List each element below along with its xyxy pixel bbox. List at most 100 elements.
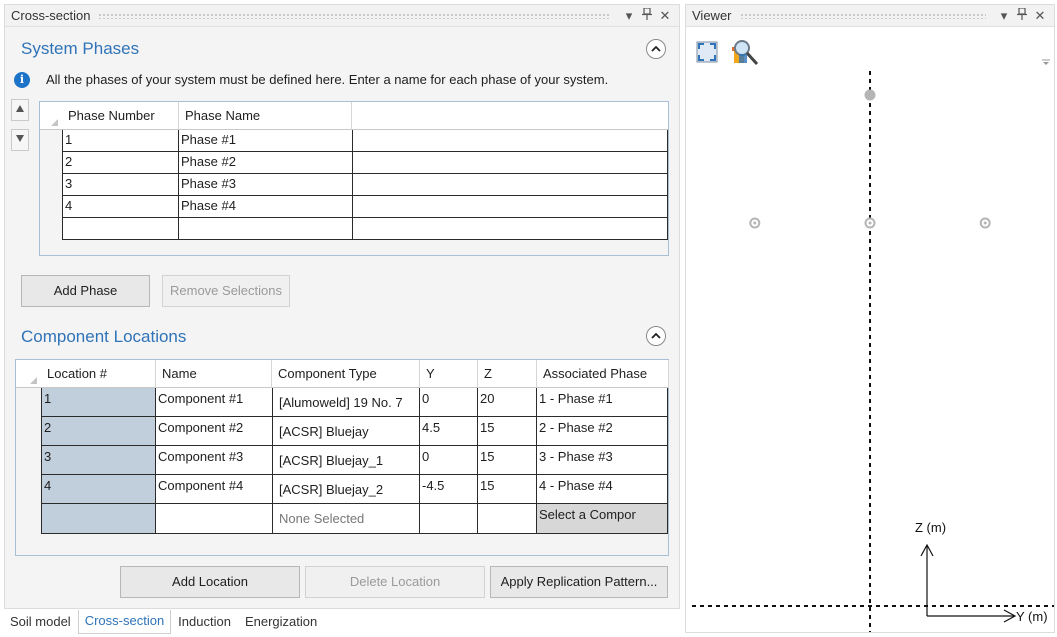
new-y-cell[interactable] xyxy=(420,504,478,534)
cross-section-title-bar: Cross-section ▾ ✕ xyxy=(5,5,679,27)
column-header-phase-name[interactable]: Phase Name xyxy=(179,102,352,130)
move-up-button[interactable] xyxy=(11,99,29,121)
column-header-z[interactable]: Z xyxy=(478,360,537,388)
drag-grip[interactable] xyxy=(98,12,611,19)
y-axis-arrow xyxy=(927,609,1017,623)
component-name-cell[interactable]: Component #1 xyxy=(156,388,273,417)
associated-phase-cell[interactable]: 4 - Phase #4 xyxy=(537,475,668,504)
column-header-location[interactable]: Location # xyxy=(41,360,156,388)
y-axis-label: Y (m) xyxy=(1016,609,1048,624)
column-header-y[interactable]: Y xyxy=(420,360,478,388)
component-type-cell[interactable]: [Alumoweld] 19 No. 7 xyxy=(273,388,420,417)
conductor-point-1[interactable] xyxy=(864,89,876,101)
z-cell[interactable]: 15 xyxy=(478,417,537,446)
component-type-cell[interactable]: [ACSR] Bluejay_1 xyxy=(273,446,420,475)
bottom-tab-strip: Soil model Cross-section Induction Energ… xyxy=(0,610,324,634)
system-phases-title: System Phases xyxy=(21,39,140,58)
y-cell[interactable]: -4.5 xyxy=(420,475,478,504)
y-cell[interactable]: 0 xyxy=(420,388,478,417)
filler-cell xyxy=(353,130,668,152)
phase-name-cell[interactable]: Phase #2 xyxy=(179,152,353,174)
phase-number-cell[interactable]: 3 xyxy=(62,174,179,196)
select-all-corner[interactable] xyxy=(40,102,62,130)
z-cell[interactable]: 15 xyxy=(478,475,537,504)
new-phase-name-cell[interactable] xyxy=(179,218,353,240)
associated-phase-dropdown[interactable]: Select a Compor xyxy=(537,504,668,534)
tab-induction[interactable]: Induction xyxy=(171,610,238,634)
chevron-up-icon xyxy=(651,45,661,52)
component-type-placeholder[interactable]: None Selected xyxy=(273,504,420,534)
new-z-cell[interactable] xyxy=(478,504,537,534)
column-header-associated-phase[interactable]: Associated Phase xyxy=(537,360,669,388)
add-location-button[interactable]: Add Location xyxy=(120,566,300,598)
collapse-component-locations-button[interactable] xyxy=(646,326,666,346)
column-header-name[interactable]: Name xyxy=(156,360,272,388)
phase-number-cell[interactable]: 4 xyxy=(62,196,179,218)
delete-location-button[interactable]: Delete Location xyxy=(305,566,485,598)
z-axis-label: Z (m) xyxy=(915,520,946,535)
remove-selections-button[interactable]: Remove Selections xyxy=(162,275,290,307)
component-type-cell[interactable]: [ACSR] Bluejay xyxy=(273,417,420,446)
associated-phase-cell[interactable]: 3 - Phase #3 xyxy=(537,446,668,475)
filler-cell xyxy=(353,218,668,240)
select-all-corner[interactable] xyxy=(16,360,41,388)
table-row[interactable]: 1 Phase #1 xyxy=(40,130,668,152)
phase-name-cell[interactable]: Phase #4 xyxy=(179,196,353,218)
phase-number-cell[interactable]: 2 xyxy=(62,152,179,174)
associated-phase-cell[interactable]: 1 - Phase #1 xyxy=(537,388,668,417)
z-cell[interactable]: 15 xyxy=(478,446,537,475)
y-cell[interactable]: 0 xyxy=(420,446,478,475)
phase-name-cell[interactable]: Phase #3 xyxy=(179,174,353,196)
column-header-phase-number[interactable]: Phase Number xyxy=(62,102,179,130)
cross-section-panel: Cross-section ▾ ✕ System Phases i All th… xyxy=(4,4,680,609)
chevron-up-icon xyxy=(651,332,661,339)
move-down-button[interactable] xyxy=(11,129,29,151)
tab-cross-section[interactable]: Cross-section xyxy=(77,610,172,634)
new-row[interactable] xyxy=(40,218,668,240)
panel-title-text: Cross-section xyxy=(11,8,91,23)
apply-replication-pattern-button[interactable]: Apply Replication Pattern... xyxy=(490,566,668,598)
component-name-cell[interactable]: Component #4 xyxy=(156,475,273,504)
phases-info-text: All the phases of your system must be de… xyxy=(46,72,609,87)
tab-soil-model[interactable]: Soil model xyxy=(3,610,78,634)
table-row[interactable]: 2 Phase #2 xyxy=(40,152,668,174)
column-header-component-type[interactable]: Component Type xyxy=(272,360,420,388)
phase-name-cell[interactable]: Phase #1 xyxy=(179,130,353,152)
table-row[interactable]: 3 Component #3 [ACSR] Bluejay_1 0 15 3 -… xyxy=(16,446,668,475)
conductor-point-center-4 xyxy=(753,221,757,225)
component-locations-title: Component Locations xyxy=(21,327,187,346)
table-row[interactable]: 4 Component #4 [ACSR] Bluejay_2 -4.5 15 … xyxy=(16,475,668,504)
table-row[interactable]: 4 Phase #4 xyxy=(40,196,668,218)
triangle-down-icon xyxy=(16,135,24,142)
add-phase-button[interactable]: Add Phase xyxy=(21,275,150,307)
associated-phase-cell[interactable]: 2 - Phase #2 xyxy=(537,417,668,446)
location-cell[interactable]: 3 xyxy=(41,446,156,475)
pin-icon[interactable] xyxy=(639,7,655,23)
conductor-point-center-2 xyxy=(983,221,987,225)
cross-section-viewer-canvas[interactable]: Z (m) Y (m) xyxy=(686,5,1054,632)
new-row[interactable]: None Selected Select a Compor xyxy=(16,504,668,534)
z-axis-arrow xyxy=(920,543,934,616)
new-phase-number-cell[interactable] xyxy=(62,218,179,240)
menu-dropdown-icon[interactable]: ▾ xyxy=(621,8,637,24)
collapse-system-phases-button[interactable] xyxy=(646,39,666,59)
phase-number-cell[interactable]: 1 xyxy=(62,130,179,152)
component-type-cell[interactable]: [ACSR] Bluejay_2 xyxy=(273,475,420,504)
component-locations-grid: Location # Name Component Type Y Z Assoc… xyxy=(15,359,669,556)
table-row[interactable]: 1 Component #1 [Alumoweld] 19 No. 7 0 20… xyxy=(16,388,668,417)
close-icon[interactable]: ✕ xyxy=(657,8,673,24)
phases-grid: Phase Number Phase Name 1 Phase #1 2 Pha… xyxy=(39,101,669,256)
tab-energization[interactable]: Energization xyxy=(238,610,324,634)
table-row[interactable]: 2 Component #2 [ACSR] Bluejay 4.5 15 2 -… xyxy=(16,417,668,446)
component-name-cell[interactable]: Component #3 xyxy=(156,446,273,475)
y-cell[interactable]: 4.5 xyxy=(420,417,478,446)
new-name-cell[interactable] xyxy=(156,504,273,534)
location-cell[interactable]: 2 xyxy=(41,417,156,446)
conductor-point-center-3 xyxy=(868,221,872,225)
location-cell[interactable]: 1 xyxy=(41,388,156,417)
z-cell[interactable]: 20 xyxy=(478,388,537,417)
location-cell[interactable]: 4 xyxy=(41,475,156,504)
table-row[interactable]: 3 Phase #3 xyxy=(40,174,668,196)
new-location-cell[interactable] xyxy=(41,504,156,534)
component-name-cell[interactable]: Component #2 xyxy=(156,417,273,446)
